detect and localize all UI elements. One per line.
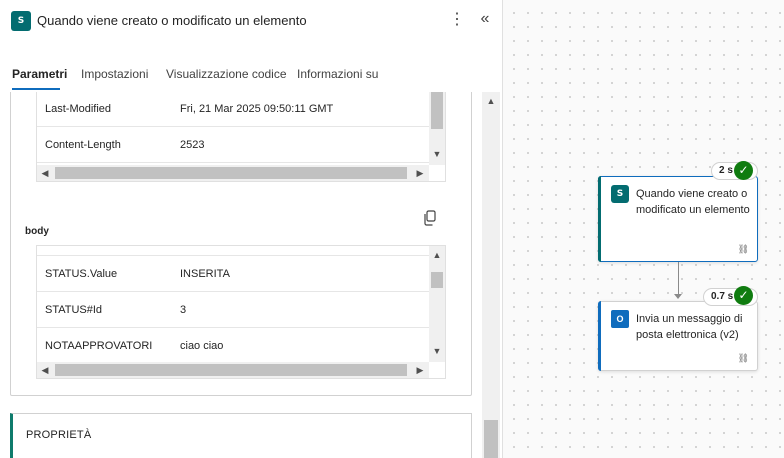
copy-icon[interactable] (423, 210, 437, 226)
chevron-down-icon[interactable]: ▼ (430, 344, 444, 358)
table-row: Content-Length 2523 (37, 127, 429, 163)
flow-connector-line (678, 262, 679, 296)
body-vertical-scrollbar[interactable]: ▲ ▼ (429, 246, 445, 362)
node-accent-bar (598, 176, 601, 262)
action-details-panel: S Quando viene creato o modificato un el… (0, 0, 503, 458)
table-row: Last-Modified Fri, 21 Mar 2025 09:50:11 … (37, 92, 429, 127)
sharepoint-icon: S (11, 11, 31, 31)
row-value: Fri, 21 Mar 2025 09:50:11 GMT (180, 103, 334, 115)
double-chevron-left-icon[interactable]: « (476, 9, 494, 29)
chevron-right-icon[interactable]: ▶ (413, 363, 427, 377)
table-row: NOTAAPPROVATORI ciao ciao (37, 328, 429, 364)
chevron-left-icon[interactable]: ◀ (38, 166, 52, 180)
panel-header: S Quando viene creato o modificato un el… (0, 0, 503, 44)
row-value: INSERITA (180, 268, 230, 280)
scrollbar-thumb[interactable] (484, 420, 498, 458)
node-title: Quando viene creato o modificato un elem… (636, 188, 750, 216)
tab-informazioni-su[interactable]: Informazioni su (297, 67, 378, 81)
table-row: STATUS#Id 3 (37, 292, 429, 328)
table-row (37, 246, 429, 256)
row-key: Content-Length (45, 139, 121, 151)
headers-horizontal-scrollbar[interactable]: ◀ ▶ (37, 165, 429, 181)
node-title: Invia un messaggio di posta elettronica … (636, 313, 743, 341)
row-value: 3 (180, 304, 187, 316)
properties-title: PROPRIETÀ (26, 429, 92, 441)
chevron-up-icon[interactable]: ▲ (484, 94, 498, 108)
chevron-right-icon[interactable]: ▶ (413, 166, 427, 180)
properties-section[interactable]: PROPRIETÀ (10, 413, 472, 458)
body-section-label: body (25, 226, 49, 237)
send-email-node[interactable]: O Invia un messaggio di posta elettronic… (598, 301, 758, 371)
link-icon[interactable]: ⛓ (738, 353, 749, 364)
sharepoint-icon: S (611, 185, 629, 203)
scrollbar-thumb[interactable] (55, 364, 407, 376)
success-check-icon: ✓ (734, 161, 753, 180)
success-check-icon: ✓ (734, 286, 753, 305)
panel-vertical-scrollbar[interactable]: ▲ (482, 92, 500, 458)
tab-impostazioni[interactable]: Impostazioni (81, 67, 148, 81)
row-key: Last-Modified (45, 103, 112, 115)
body-table: STATUS.Value INSERITA STATUS#Id 3 NOTAAP… (36, 245, 446, 379)
headers-vertical-scrollbar[interactable]: ▼ (429, 92, 445, 165)
chevron-left-icon[interactable]: ◀ (38, 363, 52, 377)
scrollbar-thumb[interactable] (431, 272, 443, 288)
scrollbar-thumb[interactable] (431, 92, 443, 129)
chevron-up-icon[interactable]: ▲ (430, 248, 444, 262)
row-value: 2523 (180, 139, 205, 151)
outlook-icon: O (611, 310, 629, 328)
link-icon[interactable]: ⛓ (738, 244, 749, 255)
body-horizontal-scrollbar[interactable]: ◀ ▶ (37, 362, 429, 378)
panel-tabs: Parametri Impostazioni Visualizzazione c… (0, 62, 503, 92)
trigger-node[interactable]: S Quando viene creato o modificato un el… (598, 176, 758, 262)
more-vertical-icon[interactable]: ⋮ (449, 10, 465, 30)
row-key: STATUS#Id (45, 304, 103, 316)
tab-parametri[interactable]: Parametri (12, 67, 67, 81)
row-value: ciao ciao (180, 340, 224, 352)
headers-table: Last-Modified Fri, 21 Mar 2025 09:50:11 … (36, 92, 446, 182)
node-accent-bar (598, 301, 601, 371)
row-key: STATUS.Value (45, 268, 118, 280)
row-key: NOTAAPPROVATORI (45, 340, 153, 352)
panel-title: Quando viene creato o modificato un elem… (37, 13, 307, 28)
active-tab-indicator (12, 88, 60, 90)
table-row: STATUS.Value INSERITA (37, 256, 429, 292)
parameters-scroll-area: Last-Modified Fri, 21 Mar 2025 09:50:11 … (0, 92, 482, 458)
flow-connector-arrow (674, 294, 682, 299)
scrollbar-thumb[interactable] (55, 167, 407, 179)
chevron-down-icon[interactable]: ▼ (430, 147, 444, 161)
app-root: S Quando viene creato o modificato un el… (0, 0, 784, 458)
tab-visualizzazione-codice[interactable]: Visualizzazione codice (166, 67, 287, 81)
